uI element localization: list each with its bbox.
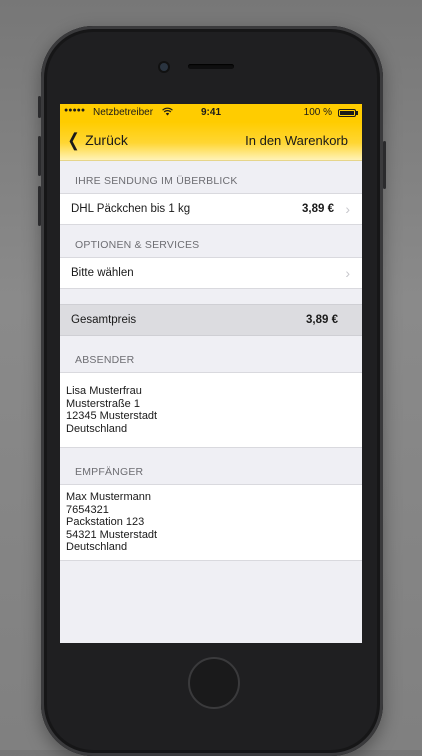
sender-section-header: ABSENDER <box>75 354 135 366</box>
product-price: 3,89 € <box>302 203 334 215</box>
recipient-section-header: EMPFÄNGER <box>75 466 144 478</box>
recipient-postnumber: 7654321 <box>66 503 109 516</box>
status-bar: ●●●●● Netzbetreiber 9:41 100 % <box>60 104 362 122</box>
sender-street: Musterstraße 1 <box>66 397 140 410</box>
battery-icon <box>338 109 356 117</box>
sender-city: 12345 Musterstadt <box>66 410 158 422</box>
back-button[interactable]: ❮ Zurück <box>66 131 128 149</box>
options-select-row[interactable]: Bitte wählen › <box>60 257 362 289</box>
mute-switch <box>38 96 41 118</box>
chevron-right-icon: › <box>345 265 350 281</box>
sender-country: Deutschland <box>66 422 128 435</box>
recipient-packstation: Packstation 123 <box>66 516 145 528</box>
home-button[interactable] <box>188 657 240 709</box>
chevron-right-icon: › <box>345 201 350 217</box>
recipient-address[interactable]: Max Mustermann 7654321 Packstation 123 5… <box>60 484 362 561</box>
back-label: Zurück <box>85 132 128 148</box>
earpiece-speaker <box>188 64 234 69</box>
chevron-left-icon: ❮ <box>67 130 80 150</box>
recipient-name: Max Mustermann <box>66 491 151 503</box>
shipment-section-header: IHRE SENDUNG IM ÜBERBLICK <box>75 175 238 187</box>
app-screen: ●●●●● Netzbetreiber 9:41 100 % ❮ Zurück … <box>60 104 362 643</box>
total-price-row: Gesamtpreis 3,89 € <box>60 304 362 336</box>
sender-address[interactable]: Lisa Musterfrau Musterstraße 1 12345 Mus… <box>60 372 362 448</box>
power-button <box>383 141 386 189</box>
volume-up-button <box>38 136 41 176</box>
battery-tip <box>356 111 358 115</box>
sender-name: Lisa Musterfrau <box>66 385 142 397</box>
options-section-header: OPTIONEN & SERVICES <box>75 239 200 251</box>
product-name: DHL Päckchen bis 1 kg <box>71 203 191 215</box>
add-to-cart-button[interactable]: In den Warenkorb <box>245 133 348 148</box>
front-camera <box>160 63 168 71</box>
recipient-country: Deutschland <box>66 541 128 553</box>
navigation-bar: ❮ Zurück In den Warenkorb <box>60 122 362 161</box>
options-placeholder: Bitte wählen <box>71 267 134 279</box>
total-label: Gesamtpreis <box>71 314 137 326</box>
battery-percentage: 100 % <box>303 107 332 118</box>
shipment-product-row[interactable]: DHL Päckchen bis 1 kg 3,89 € › <box>60 193 362 225</box>
total-value: 3,89 € <box>306 314 338 326</box>
volume-down-button <box>38 186 41 226</box>
recipient-city: 54321 Musterstadt <box>66 528 158 541</box>
